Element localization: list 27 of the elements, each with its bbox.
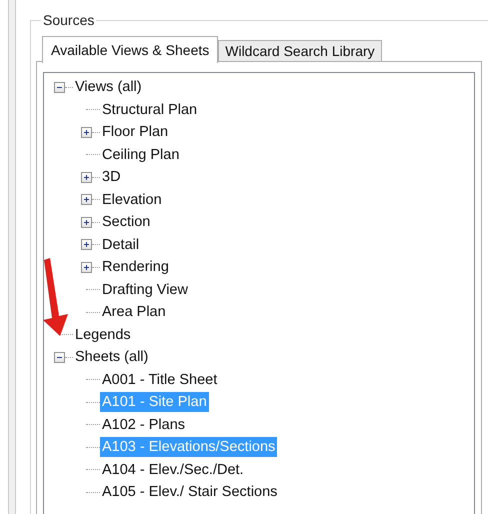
expand-icon[interactable]	[81, 239, 92, 250]
expand-icon[interactable]	[81, 126, 92, 138]
expand-icon[interactable]	[81, 172, 92, 183]
tree-item[interactable]: Sheets (all)	[73, 347, 150, 368]
tree-item[interactable]: A001 - Title Sheet	[100, 370, 220, 390]
tree-item[interactable]: 3D	[100, 167, 123, 188]
tree-item[interactable]: Legends	[73, 324, 133, 345]
tree-item[interactable]: Ceiling Plan	[100, 144, 182, 165]
expand-icon[interactable]	[81, 216, 92, 228]
tree-item[interactable]: A102 - Plans	[100, 414, 188, 435]
tree-item[interactable]: Elevation	[100, 190, 164, 210]
tree-item[interactable]: Floor Plan	[100, 122, 170, 142]
tree-item[interactable]: Structural Plan	[100, 100, 200, 120]
tab[interactable]: Wildcard Search Library	[218, 40, 382, 62]
tree-item[interactable]: A105 - Elev./ Stair Sections	[100, 482, 280, 502]
tab[interactable]: Available Views & Sheets	[42, 36, 218, 63]
tree-item[interactable]: Detail	[100, 234, 142, 255]
expand-icon[interactable]	[81, 194, 92, 206]
tree-item[interactable]: Section	[100, 212, 152, 232]
tree-item[interactable]: Drafting View	[100, 280, 190, 300]
tree-item[interactable]: Area Plan	[100, 302, 168, 322]
tree-item[interactable]: A104 - Elev./Sec./Det.	[100, 460, 246, 480]
tree-item[interactable]: Rendering	[100, 257, 171, 278]
collapse-icon[interactable]	[54, 352, 65, 363]
collapse-icon[interactable]	[54, 82, 65, 93]
tree-item[interactable]: Views (all)	[73, 77, 144, 98]
expand-icon[interactable]	[81, 262, 92, 273]
